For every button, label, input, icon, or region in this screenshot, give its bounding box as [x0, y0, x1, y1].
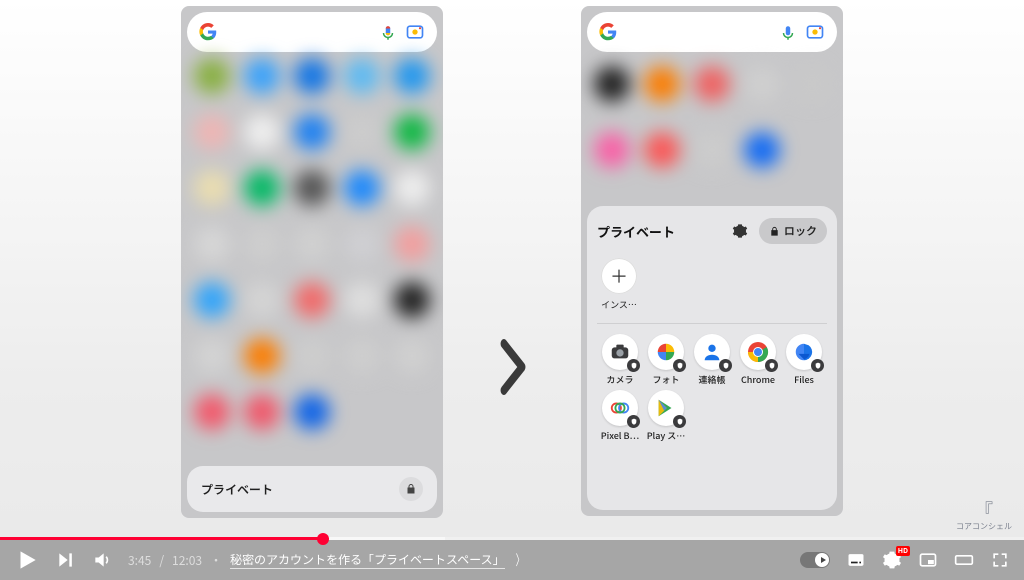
app-pixel-buds[interactable]: Pixel B…: [597, 390, 643, 442]
app-play-store[interactable]: Play ス…: [643, 390, 689, 442]
app-grid-blurred: [187, 58, 437, 462]
fullscreen-button[interactable]: [990, 550, 1010, 570]
captions-button[interactable]: [846, 550, 866, 570]
mic-icon[interactable]: [779, 23, 797, 41]
app-camera[interactable]: カメラ: [597, 334, 643, 386]
volume-button[interactable]: [92, 550, 112, 570]
lock-icon: [399, 477, 423, 501]
chevron-right-icon: 〉: [515, 550, 523, 570]
private-space-bar[interactable]: プライベート: [187, 466, 437, 512]
channel-watermark[interactable]: 『 コアコンシェル: [956, 501, 1012, 532]
google-g-icon: [199, 23, 217, 41]
app-grid-blurred-small: [587, 58, 837, 198]
next-button[interactable]: [56, 550, 76, 570]
app-photos[interactable]: フォト: [643, 334, 689, 386]
autoplay-toggle[interactable]: [800, 552, 830, 568]
lens-icon[interactable]: [405, 22, 425, 42]
progress-bar[interactable]: [0, 537, 1024, 540]
app-chrome[interactable]: Chrome: [735, 334, 781, 386]
plus-icon: ＋: [601, 258, 637, 294]
separator: [597, 323, 827, 324]
phone-left: プライベート: [181, 6, 443, 518]
private-label: プライベート: [201, 481, 273, 498]
app-files[interactable]: Files: [781, 334, 827, 386]
hd-badge: HD: [896, 546, 910, 556]
mic-icon[interactable]: [379, 23, 397, 41]
transition-arrow: [477, 308, 547, 438]
theater-button[interactable]: [954, 550, 974, 570]
lens-icon[interactable]: [805, 22, 825, 42]
lock-button-label: ロック: [784, 223, 817, 239]
private-space-panel: プライベート ロック ＋ インス… カメラ: [587, 206, 837, 510]
current-time: 3:45: [128, 552, 151, 569]
private-panel-title: プライベート: [597, 222, 721, 241]
install-app-button[interactable]: ＋ インス…: [597, 258, 641, 311]
video-frame: プライベート: [0, 0, 1024, 540]
play-button[interactable]: [14, 547, 40, 573]
gear-icon[interactable]: [727, 218, 753, 244]
install-row: ＋ インス…: [597, 258, 827, 311]
google-search-bar[interactable]: [187, 12, 437, 52]
phone-right: プライベート ロック ＋ インス… カメラ: [581, 6, 843, 516]
lock-button[interactable]: ロック: [759, 218, 827, 244]
scrubber-handle[interactable]: [317, 533, 329, 545]
chapter-link[interactable]: 秘密のアカウントを作る「プライベートスペース」: [230, 551, 505, 569]
duration: 12:03: [172, 552, 202, 569]
app-contacts[interactable]: 連絡帳: [689, 334, 735, 386]
install-label: インス…: [601, 298, 637, 311]
private-app-grid: カメラ フォト 連絡帳 Chrome Files: [597, 334, 827, 442]
google-search-bar[interactable]: [587, 12, 837, 52]
settings-button[interactable]: HD: [882, 550, 902, 570]
miniplayer-button[interactable]: [918, 550, 938, 570]
google-g-icon: [599, 23, 617, 41]
video-player-controls: 3:45 / 12:03 ・ 秘密のアカウントを作る「プライベートスペース」 〉…: [0, 540, 1024, 580]
private-panel-header: プライベート ロック: [597, 218, 827, 244]
time-and-chapter: 3:45 / 12:03 ・ 秘密のアカウントを作る「プライベートスペース」 〉: [128, 550, 527, 570]
chevron-right-icon: [488, 308, 537, 438]
